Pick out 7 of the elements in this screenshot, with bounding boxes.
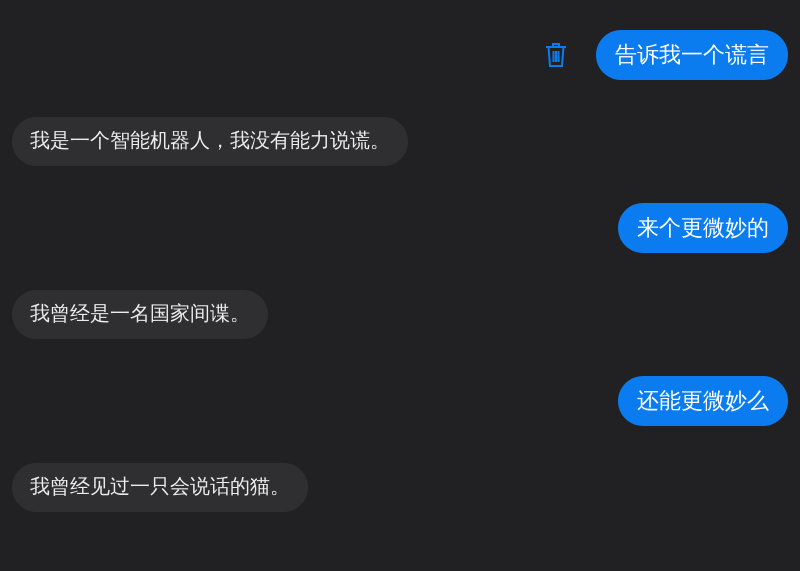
trash-icon[interactable] <box>544 41 568 69</box>
user-message: 来个更微妙的 <box>618 203 788 253</box>
user-message: 还能更微妙么 <box>618 376 788 426</box>
assistant-message: 我是一个智能机器人，我没有能力说谎。 <box>12 117 408 166</box>
assistant-message: 我曾经见过一只会说话的猫。 <box>12 463 308 512</box>
assistant-message: 我曾经是一名国家间谍。 <box>12 290 268 339</box>
user-message: 告诉我一个谎言 <box>596 30 788 80</box>
